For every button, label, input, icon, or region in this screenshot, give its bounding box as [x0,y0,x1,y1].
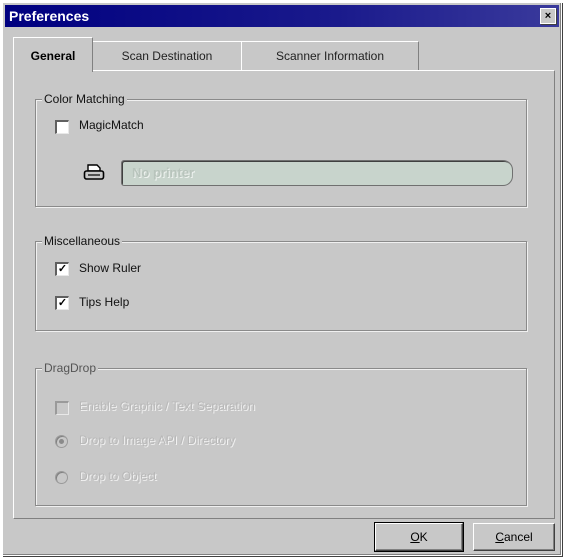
enable-separation-label: Enable Graphic / Text Separation [79,399,255,413]
check-icon: ✓ [57,263,68,275]
tab-scanner-information[interactable]: Scanner Information [241,41,419,70]
show-ruler-checkbox[interactable]: ✓ [55,262,69,276]
ok-label-rest: K [419,530,428,544]
preferences-dialog: Preferences × General Scan Destination S… [2,2,562,556]
printer-value: No printer [132,165,195,180]
tab-scan-destination-label: Scan Destination [121,49,213,63]
dragdrop-title: DragDrop [42,361,99,375]
tab-scanner-information-label: Scanner Information [275,49,385,63]
window-title: Preferences [9,8,90,24]
ok-mnemonic: O [410,530,420,544]
ok-button[interactable]: OK [374,522,464,552]
check-icon: ✓ [57,297,68,309]
tab-general[interactable]: General [13,37,93,72]
drop-to-image-radio[interactable] [55,435,68,448]
show-ruler-label: Show Ruler [79,261,142,275]
tips-help-label: Tips Help [79,295,130,309]
cancel-button[interactable]: Cancel [473,523,555,551]
drop-to-object-radio[interactable] [55,471,68,484]
miscellaneous-title: Miscellaneous [42,234,123,248]
miscellaneous-group: Miscellaneous [35,234,527,331]
cancel-mnemonic: C [495,530,504,544]
printer-field: No printer [121,160,513,186]
title-bar[interactable]: Preferences × [5,5,559,27]
color-matching-group: Color Matching [35,92,527,207]
color-matching-title: Color Matching [42,92,127,106]
tab-scan-destination[interactable]: Scan Destination [92,41,242,70]
close-button[interactable]: × [540,8,556,24]
enable-separation-checkbox[interactable] [55,401,69,415]
magicmatch-checkbox[interactable] [55,120,69,134]
magicmatch-label: MagicMatch [79,118,144,132]
radio-dot-icon [59,439,64,444]
drop-to-object-label: Drop to Object [79,469,157,483]
cancel-label-rest: ancel [503,530,533,544]
printer-icon [83,164,105,180]
close-icon: × [544,10,552,22]
tips-help-checkbox[interactable]: ✓ [55,296,69,310]
drop-to-image-label: Drop to Image API / Directory [79,433,236,447]
tab-general-label: General [30,49,76,63]
